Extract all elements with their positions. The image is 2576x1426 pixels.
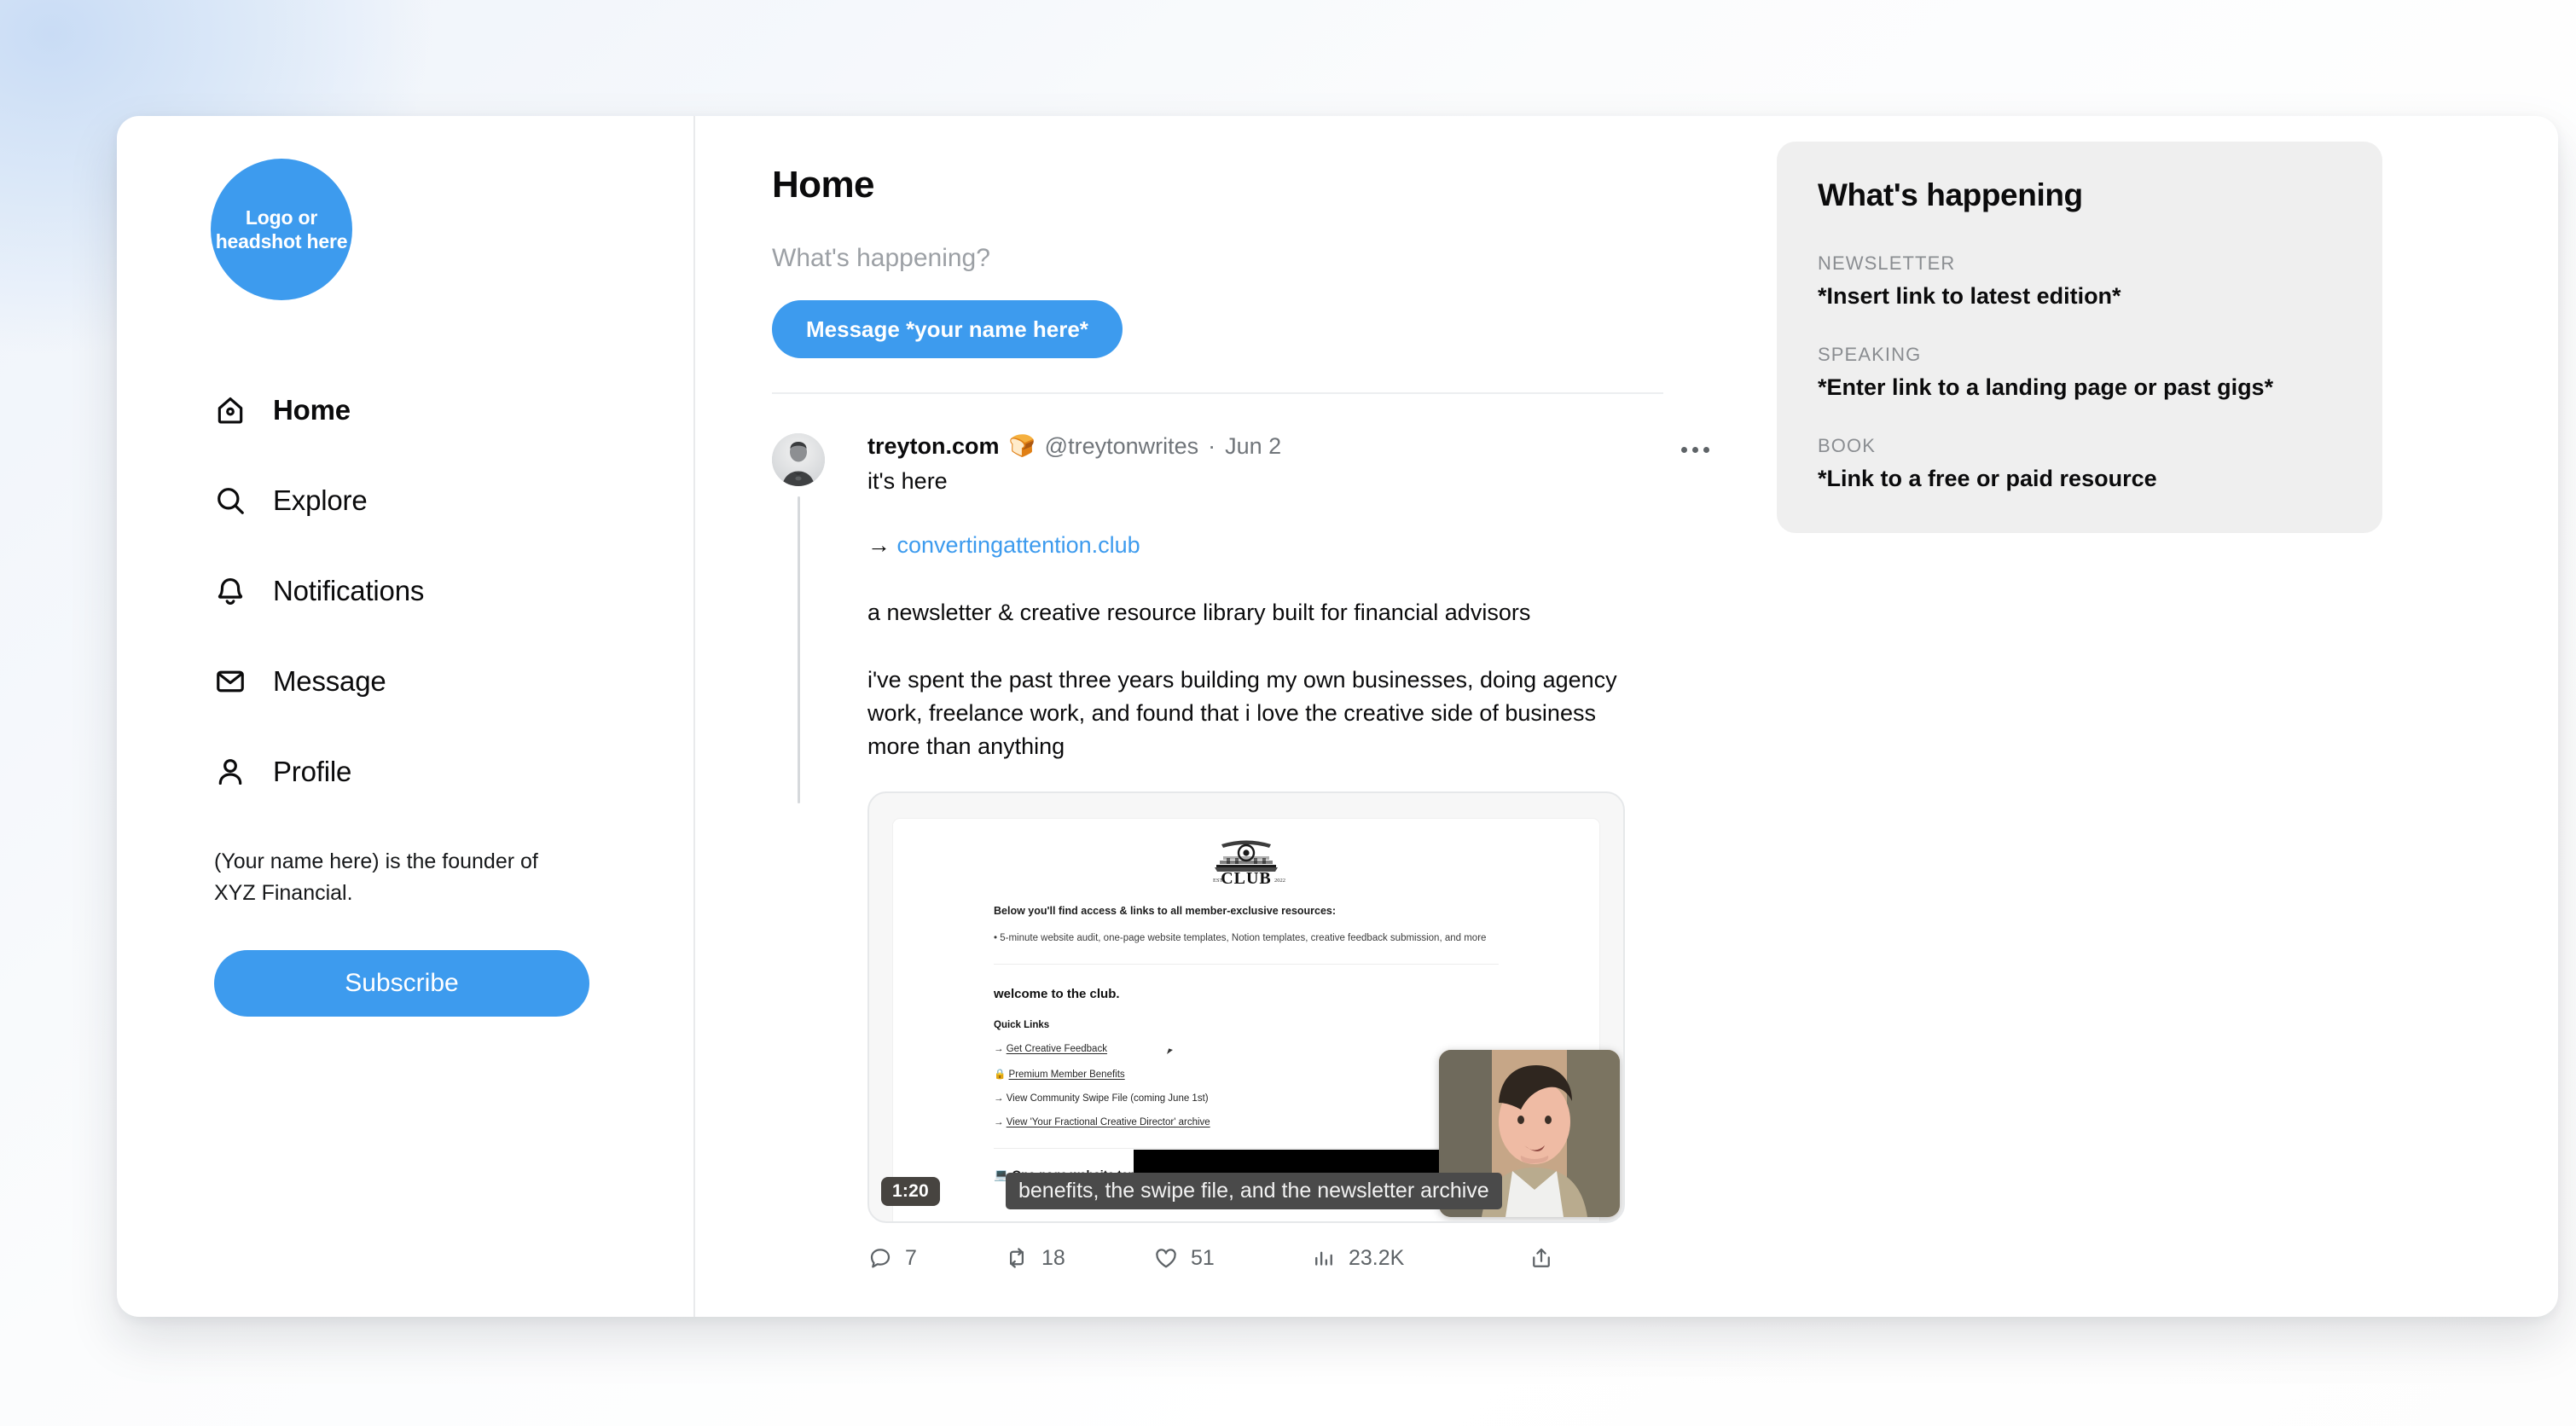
whats-happening-item[interactable]: BOOK *Link to a free or paid resource [1818, 435, 2345, 492]
vp-link-item: 🔒 Premium Member Benefits [994, 1068, 1499, 1080]
vp-link-text: Premium Member Benefits [1008, 1070, 1125, 1080]
tweet-display-name[interactable]: treyton.com [867, 433, 1000, 460]
comment-icon [867, 1245, 893, 1271]
primary-navigation: Home Explore Notifications Message Profi… [117, 365, 693, 817]
tweet-separator: · [1208, 433, 1216, 459]
whats-happening-title: What's happening [1818, 177, 2083, 212]
vp-quick-links-title: Quick Links [994, 1020, 1050, 1030]
vp-link-prefix: → [994, 1117, 1004, 1127]
tweet-handle[interactable]: @treytonwrites [1045, 433, 1198, 460]
more-options-icon[interactable] [1671, 435, 1719, 464]
share-button[interactable] [1529, 1245, 1566, 1271]
sidebar-item-explore[interactable]: Explore [117, 455, 693, 546]
vp-link-item: → View 'Your Fractional Creative Directo… [994, 1117, 1499, 1127]
tweet-date[interactable]: Jun 2 [1225, 433, 1281, 460]
repost-count: 18 [1041, 1245, 1065, 1270]
heart-icon [1153, 1245, 1179, 1271]
bell-icon [214, 575, 247, 607]
like-count: 51 [1191, 1245, 1215, 1270]
tweet-line-1: it's here [867, 468, 948, 494]
right-sidebar: What's happening NEWSLETTER *Insert link… [1719, 116, 2558, 1317]
tweet-post: treyton.com 🍞 @treytonwrites · Jun 2 it'… [772, 394, 1709, 1271]
tweet-actions-bar: 7 18 51 23.2K [867, 1245, 1668, 1271]
sidebar-item-label: Profile [273, 756, 352, 787]
avatar[interactable] [772, 433, 825, 486]
vp-link-text: View 'Your Fractional Creative Director'… [1006, 1117, 1210, 1127]
sidebar-item-notifications[interactable]: Notifications [117, 546, 693, 636]
item-value: *Enter link to a landing page or past gi… [1818, 374, 2274, 400]
vp-link-item: → View Community Swipe File (coming June… [994, 1093, 1499, 1104]
vp-link-prefix: → [994, 1093, 1004, 1104]
sidebar-item-label: Explore [273, 484, 368, 516]
sidebar-item-label: Message [273, 665, 386, 697]
item-kicker: SPEAKING [1818, 344, 1922, 365]
item-kicker: BOOK [1818, 435, 1876, 456]
svg-text:2022: 2022 [1274, 878, 1285, 884]
item-value: *Link to a free or paid resource [1818, 466, 2157, 491]
item-kicker: NEWSLETTER [1818, 252, 1956, 274]
video-embed[interactable]: CLUB EST 2022 Below you'll find access &… [867, 791, 1625, 1224]
club-logo-icon: CLUB EST 2022 [893, 831, 1599, 893]
views-count: 23.2K [1349, 1245, 1405, 1270]
logo-placeholder-text: Logo or headshot here [215, 206, 348, 252]
logo-placeholder[interactable]: Logo or headshot here [211, 159, 352, 300]
video-duration-badge: 1:20 [881, 1177, 940, 1207]
vp-heading: Below you'll find access & links to all … [994, 905, 1337, 918]
main-feed-column: Home What's happening? Message *your nam… [695, 116, 1719, 1317]
video-caption: benefits, the swipe file, and the newsle… [1006, 1173, 1502, 1210]
vp-link-text: View Community Swipe File (coming June 1… [1006, 1093, 1209, 1104]
vp-divider [994, 964, 1499, 965]
reply-count: 7 [905, 1245, 917, 1270]
item-value: *Insert link to latest edition* [1818, 283, 2121, 309]
repost-button[interactable]: 18 [1004, 1245, 1153, 1271]
whats-happening-panel: What's happening NEWSLETTER *Insert link… [1777, 142, 2382, 533]
message-button[interactable]: Message *your name here* [772, 300, 1123, 358]
like-button[interactable]: 51 [1153, 1245, 1311, 1271]
composer-placeholder[interactable]: What's happening? [772, 244, 1668, 273]
tweet-paragraph-2: i've spent the past three years building… [867, 666, 1617, 759]
page-title: Home [772, 164, 874, 206]
sidebar-item-profile[interactable]: Profile [117, 727, 693, 817]
app-card: Logo or headshot here Home Explore Notif… [117, 116, 2558, 1317]
share-icon [1529, 1245, 1554, 1271]
vp-link-item: → Get Creative Feedback [994, 1044, 1499, 1054]
vp-bullet: • 5-minute website audit, one-page websi… [994, 933, 1487, 944]
vp-divider [994, 1148, 1499, 1149]
tweet-link[interactable]: convertingattention.club [897, 532, 1140, 558]
tweet-paragraph-1: a newsletter & creative resource library… [867, 599, 1531, 625]
envelope-icon [214, 665, 247, 698]
arrow-icon: → [867, 532, 891, 558]
whats-happening-item[interactable]: SPEAKING *Enter link to a landing page o… [1818, 344, 2345, 401]
search-icon [214, 484, 247, 517]
sidebar-item-label: Home [273, 394, 351, 426]
whats-happening-item[interactable]: NEWSLETTER *Insert link to latest editio… [1818, 252, 2345, 310]
person-icon [214, 756, 247, 788]
vp-link-prefix: → [994, 1044, 1004, 1054]
left-sidebar: Logo or headshot here Home Explore Notif… [117, 116, 695, 1317]
views-button[interactable]: 23.2K [1311, 1245, 1529, 1271]
tweet-body: treyton.com 🍞 @treytonwrites · Jun 2 it'… [867, 433, 1709, 1271]
svg-text:CLUB: CLUB [1221, 869, 1272, 888]
lock-icon: 🔒 [994, 1070, 1007, 1080]
sidebar-item-message[interactable]: Message [117, 636, 693, 727]
sidebar-bio: (Your name here) is the founder of XYZ F… [214, 849, 538, 905]
vp-link-text: Get Creative Feedback [1006, 1044, 1107, 1054]
home-icon [214, 394, 247, 426]
vp-welcome: welcome to the club. [994, 987, 1120, 1001]
subscribe-button[interactable]: Subscribe [214, 950, 589, 1017]
sidebar-item-home[interactable]: Home [117, 365, 693, 455]
svg-text:EST: EST [1213, 878, 1223, 884]
bread-badge-icon: 🍞 [1008, 434, 1036, 458]
reply-button[interactable]: 7 [867, 1245, 1004, 1271]
analytics-icon [1311, 1245, 1337, 1271]
tweet-link-row: → convertingattention.club [867, 529, 1618, 562]
sidebar-item-label: Notifications [273, 575, 425, 606]
retweet-icon [1004, 1245, 1030, 1271]
thread-connector-line [798, 496, 800, 803]
tweet-header: treyton.com 🍞 @treytonwrites · Jun 2 [867, 433, 1709, 460]
